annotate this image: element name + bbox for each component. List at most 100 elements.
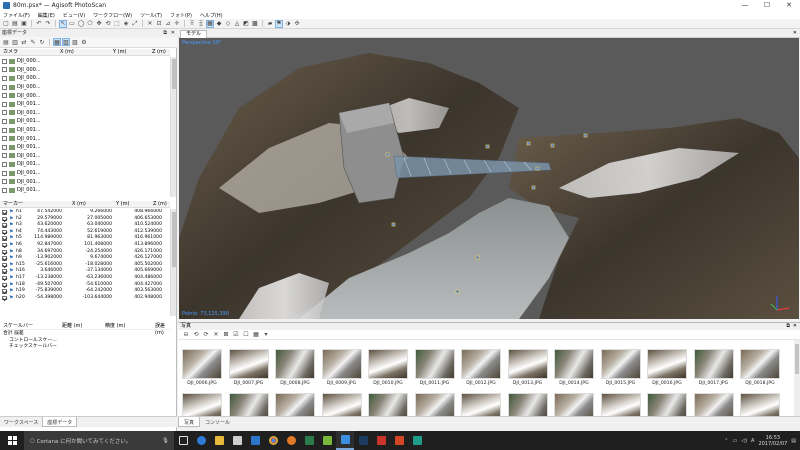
new-icon[interactable]: ▢: [2, 20, 10, 28]
chevron-down-icon[interactable]: ▾: [262, 331, 270, 339]
optimize-cameras-icon[interactable]: ✎: [29, 38, 37, 46]
edge-icon[interactable]: [192, 431, 210, 450]
close-button[interactable]: ✕: [778, 0, 800, 11]
camera-row[interactable]: DJI_000...: [0, 66, 170, 75]
view-estimated-icon[interactable]: ▧: [62, 38, 70, 46]
camera-row[interactable]: DJI_000...: [0, 83, 170, 92]
firefox-icon[interactable]: [282, 431, 300, 450]
save-icon[interactable]: ▣: [20, 20, 28, 28]
camera-checkbox[interactable]: [2, 127, 7, 133]
camera-checkbox[interactable]: [2, 118, 7, 124]
tiled-model-icon[interactable]: ▩: [251, 20, 259, 28]
remove-cameras-icon[interactable]: ⊖: [182, 331, 190, 339]
ruler-icon[interactable]: ⊿: [164, 20, 172, 28]
marker-row[interactable]: ⚑ h1 47.542000 9.266000 408.966000: [0, 209, 170, 216]
delete-selection-icon[interactable]: ✕: [146, 20, 154, 28]
marker-checkbox[interactable]: [2, 229, 7, 235]
marker-row[interactable]: ⚑ h3 43.620000 63.040000 410.524000: [0, 222, 170, 229]
photo-thumbnail[interactable]: DJI_0009.JPG: [321, 349, 362, 386]
powerpoint-icon[interactable]: [390, 431, 408, 450]
start-button[interactable]: [0, 431, 24, 450]
marker-z-value[interactable]: 404.486000: [134, 275, 162, 282]
reset-view-icon[interactable]: ✣: [293, 20, 301, 28]
show-cameras-icon[interactable]: ▰: [266, 20, 274, 28]
marker-x-value[interactable]: -54.398000: [36, 295, 63, 302]
camera-row[interactable]: DJI_001...: [0, 169, 170, 178]
photo-thumbnail[interactable]: DJI_0008.JPG: [275, 349, 315, 386]
marker-column-header[interactable]: マーカー: [3, 201, 23, 208]
model-shaded-icon[interactable]: ◆: [215, 20, 223, 28]
rotate-right-icon[interactable]: ⟳: [202, 331, 210, 339]
camera-checkbox[interactable]: [2, 58, 7, 64]
convert-icon[interactable]: ⇄: [20, 38, 28, 46]
camera-checkbox[interactable]: [2, 187, 7, 193]
marker-y-value[interactable]: 101.408000: [84, 242, 112, 249]
crop-selection-icon[interactable]: ⊡: [155, 20, 163, 28]
rect-select-icon[interactable]: ▭: [68, 20, 76, 28]
y-column-header[interactable]: Y (m): [113, 49, 126, 56]
marker-checkbox[interactable]: [2, 223, 7, 228]
marker-checkbox[interactable]: [2, 275, 7, 281]
scalebar-column-header[interactable]: スケールバー: [3, 323, 33, 330]
camera-row[interactable]: DJI_001...: [0, 109, 170, 118]
camera-row[interactable]: DJI_001...: [0, 134, 170, 143]
photo-thumbnail[interactable]: DJI_0011.JPG: [414, 349, 455, 386]
marker-checkbox[interactable]: [2, 295, 7, 301]
model-solid-icon[interactable]: ◇: [224, 20, 232, 28]
import-icon[interactable]: ▤: [2, 38, 10, 46]
marker-row[interactable]: ⚑ h5 114.989000 81.963000 416.961000: [0, 235, 170, 242]
marker-z-value[interactable]: 426.127000: [134, 255, 162, 262]
dense-cloud-icon[interactable]: ⣿: [197, 20, 205, 28]
delete-icon[interactable]: ✕: [212, 331, 220, 339]
rotate-left-icon[interactable]: ⟲: [192, 331, 200, 339]
camera-checkbox[interactable]: [2, 75, 7, 81]
photo-thumbnail[interactable]: DJI_0007.JPG: [228, 349, 269, 386]
tab-model[interactable]: モデル: [180, 30, 208, 38]
menu-view[interactable]: ビュー(V): [63, 12, 85, 19]
photo-thumbnail[interactable]: DJI_0006.JPG: [182, 349, 222, 386]
menu-file[interactable]: ファイル(F): [3, 12, 30, 19]
marker-x-value[interactable]: -13.238000: [36, 275, 63, 282]
show-markers-icon[interactable]: ⚑: [275, 19, 283, 28]
marker-x-value[interactable]: 114.989000: [34, 235, 62, 242]
marker-y-value[interactable]: -37.134000: [86, 268, 113, 275]
camera-column-header[interactable]: カメラ: [3, 49, 18, 56]
disable-icon[interactable]: ☐: [242, 331, 250, 339]
photo-thumbnail[interactable]: DJI_0012.JPG: [461, 349, 501, 386]
marker-x-value[interactable]: 3.646000: [40, 268, 62, 275]
marker-checkbox[interactable]: [2, 262, 7, 268]
undo-icon[interactable]: ↶: [35, 20, 43, 28]
marker-row[interactable]: ⚑ h17 -13.238000 -63.236000 404.486000: [0, 275, 170, 282]
x-column-header[interactable]: X (m): [72, 201, 86, 208]
model-textured-icon[interactable]: ◩: [242, 20, 250, 28]
rotate-region-icon[interactable]: ◈: [122, 20, 130, 28]
camera-checkbox[interactable]: [2, 136, 7, 142]
photo-thumbnail[interactable]: DJI_0016.JPG: [647, 349, 687, 386]
camera-row[interactable]: DJI_001...: [0, 160, 170, 169]
camera-row[interactable]: DJI_000...: [0, 57, 170, 66]
task-view-icon[interactable]: [174, 431, 192, 450]
ime-icon[interactable]: A: [751, 438, 754, 444]
volume-icon[interactable]: ◁): [741, 438, 747, 444]
tab-workspace[interactable]: ワークスペース: [0, 417, 42, 427]
app-green-icon[interactable]: [318, 431, 336, 450]
scale-icon[interactable]: ⤢: [131, 20, 139, 28]
camera-checkbox[interactable]: [2, 110, 7, 116]
x-column-header[interactable]: X (m): [60, 49, 74, 56]
accuracy-column-header[interactable]: 精度 (m): [105, 323, 125, 330]
scrollbar-thumb[interactable]: [795, 344, 799, 374]
marker-checkbox[interactable]: [2, 216, 7, 222]
menu-photo[interactable]: フォト(P): [170, 12, 192, 19]
photo-thumbnail[interactable]: DJI_0017.JPG: [693, 349, 734, 386]
view-errors-icon[interactable]: ▨: [71, 38, 79, 46]
marker-row[interactable]: ⚑ h16 3.646000 -37.134000 405.669000: [0, 268, 170, 275]
menu-edit[interactable]: 編集(E): [38, 12, 55, 19]
camera-row[interactable]: DJI_001...: [0, 117, 170, 126]
distance-column-header[interactable]: 距離 (m): [62, 323, 82, 330]
clock[interactable]: 16:53 2017/02/07: [758, 435, 787, 447]
photo-thumbnail[interactable]: DJI_0010.JPG: [368, 349, 408, 386]
resize-region-icon[interactable]: ⬚: [113, 20, 121, 28]
scalebar-check-item[interactable]: チェックスケールバー: [0, 344, 170, 351]
notification-icon[interactable]: ▤: [791, 438, 796, 444]
enable-icon[interactable]: ☑: [232, 331, 240, 339]
